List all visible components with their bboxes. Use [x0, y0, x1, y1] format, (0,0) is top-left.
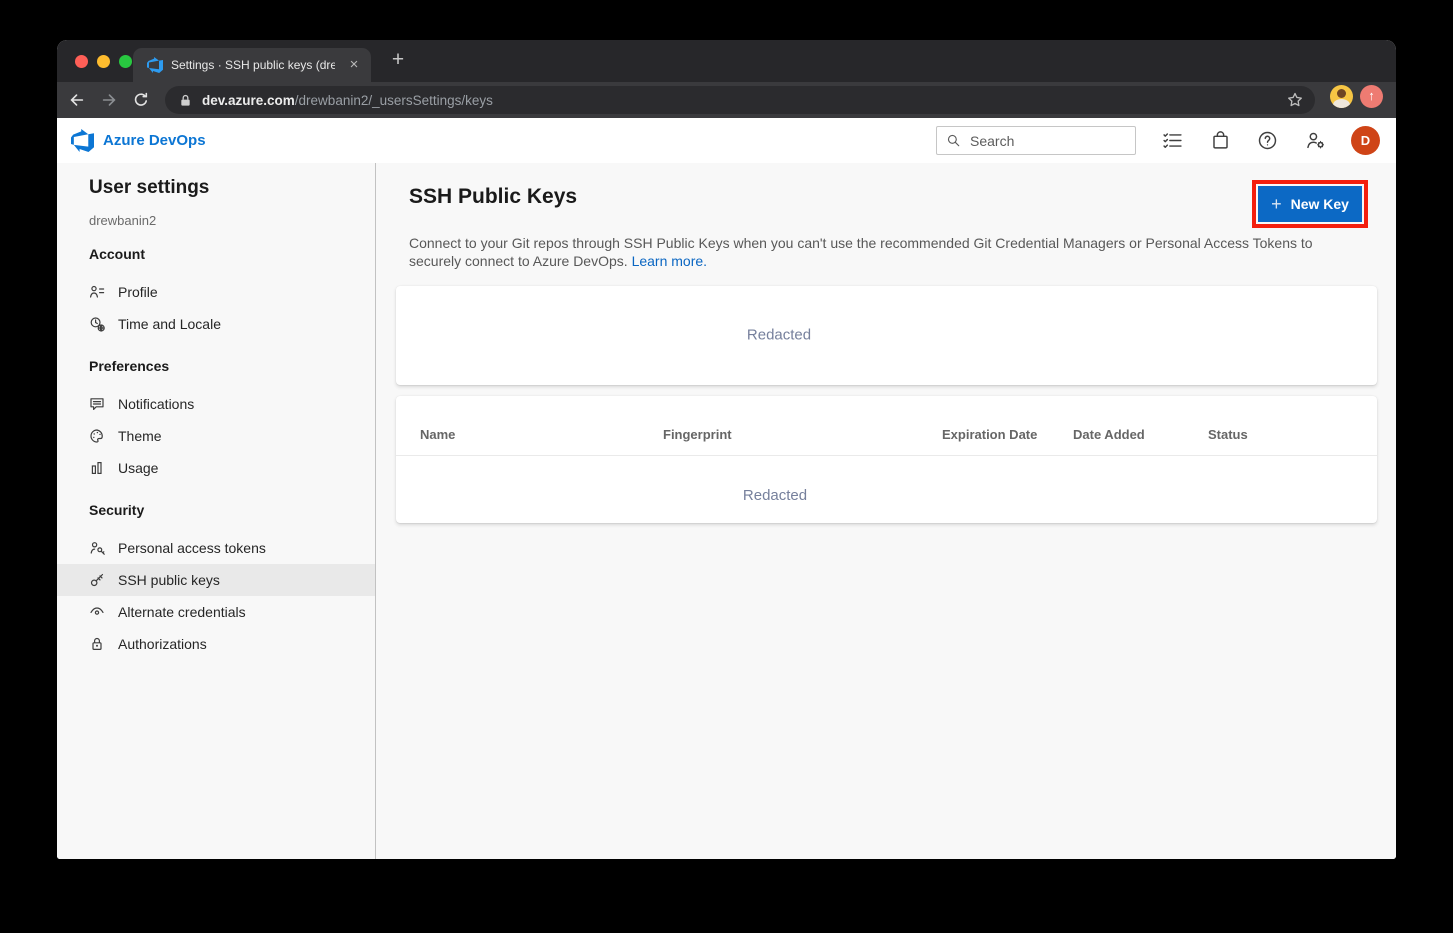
sidebar-item-label: SSH public keys — [118, 572, 220, 588]
avatar-body — [1333, 99, 1350, 108]
sidebar-username: drewbanin2 — [89, 213, 375, 228]
azure-devops-favicon — [147, 57, 163, 73]
sidebar-item-usage[interactable]: Usage — [57, 452, 375, 484]
sidebar-item-label: Alternate credentials — [118, 604, 246, 620]
sidebar-item-label: Notifications — [118, 396, 194, 412]
marketplace-bag-icon[interactable] — [1210, 130, 1231, 151]
forward-icon[interactable] — [95, 86, 123, 114]
page-description: Connect to your Git repos through SSH Pu… — [409, 235, 1361, 270]
avatar-head — [1337, 89, 1346, 98]
usage-chart-icon — [89, 460, 105, 476]
browser-window: Settings · SSH public keys (dre × + dev.… — [57, 40, 1396, 859]
sidebar-item-personal-access-tokens[interactable]: Personal access tokens — [57, 532, 375, 564]
sidebar-item-label: Usage — [118, 460, 158, 476]
lock-shield-icon — [89, 636, 105, 652]
description-text: Connect to your Git repos through SSH Pu… — [409, 235, 1313, 269]
account-avatar[interactable]: D — [1351, 126, 1380, 155]
sidebar-item-profile[interactable]: Profile — [57, 276, 375, 308]
content-area: User settings drewbanin2 Account Profile… — [57, 163, 1396, 859]
main-panel: SSH Public Keys + New Key Connect to you… — [377, 163, 1396, 859]
ssh-keys-table-card: Name Fingerprint Expiration Date Date Ad… — [396, 396, 1377, 523]
tab-strip: Settings · SSH public keys (dre × + — [57, 40, 1396, 82]
traffic-lights — [75, 55, 132, 68]
lock-icon — [179, 94, 192, 107]
user-settings-icon[interactable] — [1305, 130, 1326, 151]
browser-toolbar: dev.azure.com/drewbanin2/_usersSettings/… — [57, 82, 1396, 118]
sidebar-item-label: Profile — [118, 284, 158, 300]
section-security: Security — [89, 502, 375, 518]
theme-palette-icon — [89, 428, 105, 444]
redacted-row-text: Redacted — [743, 487, 807, 504]
sidebar-item-label: Time and Locale — [118, 316, 221, 332]
sidebar-item-time-and-locale[interactable]: Time and Locale — [57, 308, 375, 340]
sidebar-item-ssh-public-keys[interactable]: SSH public keys — [57, 564, 375, 596]
security-items: Personal access tokens SSH public keys A… — [57, 532, 375, 660]
back-icon[interactable] — [63, 86, 91, 114]
search-icon — [946, 133, 961, 148]
account-items: Profile Time and Locale — [57, 276, 375, 340]
search-box[interactable] — [936, 126, 1136, 155]
url-text: dev.azure.com/drewbanin2/_usersSettings/… — [202, 93, 493, 108]
time-locale-icon — [89, 316, 105, 332]
sidebar-item-label: Authorizations — [118, 636, 207, 652]
address-bar[interactable]: dev.azure.com/drewbanin2/_usersSettings/… — [165, 86, 1315, 114]
sidebar-item-alternate-credentials[interactable]: Alternate credentials — [57, 596, 375, 628]
page-title: SSH Public Keys — [409, 185, 577, 209]
learn-more-link[interactable]: Learn more. — [632, 253, 707, 269]
annotation-highlight-box: + New Key — [1252, 180, 1368, 228]
plus-icon: + — [1271, 195, 1282, 213]
browser-update-icon[interactable]: ↑ — [1360, 85, 1383, 108]
minimize-window-button[interactable] — [97, 55, 110, 68]
sidebar-item-label: Theme — [118, 428, 162, 444]
redacted-text: Redacted — [747, 327, 811, 344]
search-input[interactable] — [970, 133, 1126, 149]
browser-profile-avatar[interactable] — [1330, 85, 1353, 108]
help-icon[interactable] — [1257, 130, 1278, 151]
browser-tab[interactable]: Settings · SSH public keys (dre × — [133, 48, 371, 82]
sidebar-item-label: Personal access tokens — [118, 540, 266, 556]
new-tab-button[interactable]: + — [383, 47, 413, 75]
sidebar-title: User settings — [89, 177, 375, 199]
column-header-fingerprint: Fingerprint — [663, 427, 732, 442]
table-header-divider — [396, 455, 1377, 456]
column-header-name: Name — [420, 427, 455, 442]
settings-sidebar: User settings drewbanin2 Account Profile… — [57, 163, 376, 859]
eye-icon — [89, 604, 105, 620]
sidebar-item-authorizations[interactable]: Authorizations — [57, 628, 375, 660]
url-path: /drewbanin2/_usersSettings/keys — [295, 93, 493, 108]
section-account: Account — [89, 246, 375, 262]
sidebar-item-theme[interactable]: Theme — [57, 420, 375, 452]
ssh-keys-empty-card: Redacted — [396, 286, 1377, 385]
close-window-button[interactable] — [75, 55, 88, 68]
ssh-key-icon — [89, 572, 105, 588]
azure-devops-logo-icon — [71, 129, 94, 152]
column-header-date-added: Date Added — [1073, 427, 1145, 442]
brand-name: Azure DevOps — [103, 132, 206, 149]
new-key-label: New Key — [1291, 196, 1349, 212]
person-key-icon — [89, 540, 105, 556]
reload-icon[interactable] — [127, 86, 155, 114]
maximize-window-button[interactable] — [119, 55, 132, 68]
sidebar-item-notifications[interactable]: Notifications — [57, 388, 375, 420]
url-domain: dev.azure.com — [202, 93, 295, 108]
azure-devops-home-link[interactable]: Azure DevOps — [71, 118, 206, 163]
app-header: Azure DevOps D — [57, 118, 1396, 163]
column-header-expiration-date: Expiration Date — [942, 427, 1037, 442]
preferences-items: Notifications Theme Usage — [57, 388, 375, 484]
column-header-status: Status — [1208, 427, 1248, 442]
task-list-icon[interactable] — [1162, 130, 1183, 151]
notifications-icon — [89, 396, 105, 412]
section-preferences: Preferences — [89, 358, 375, 374]
tab-title: Settings · SSH public keys (dre — [171, 48, 335, 82]
tab-close-icon[interactable]: × — [345, 56, 363, 74]
bookmark-star-icon[interactable] — [1286, 91, 1304, 109]
profile-icon — [89, 284, 105, 300]
new-key-button[interactable]: + New Key — [1258, 186, 1362, 222]
